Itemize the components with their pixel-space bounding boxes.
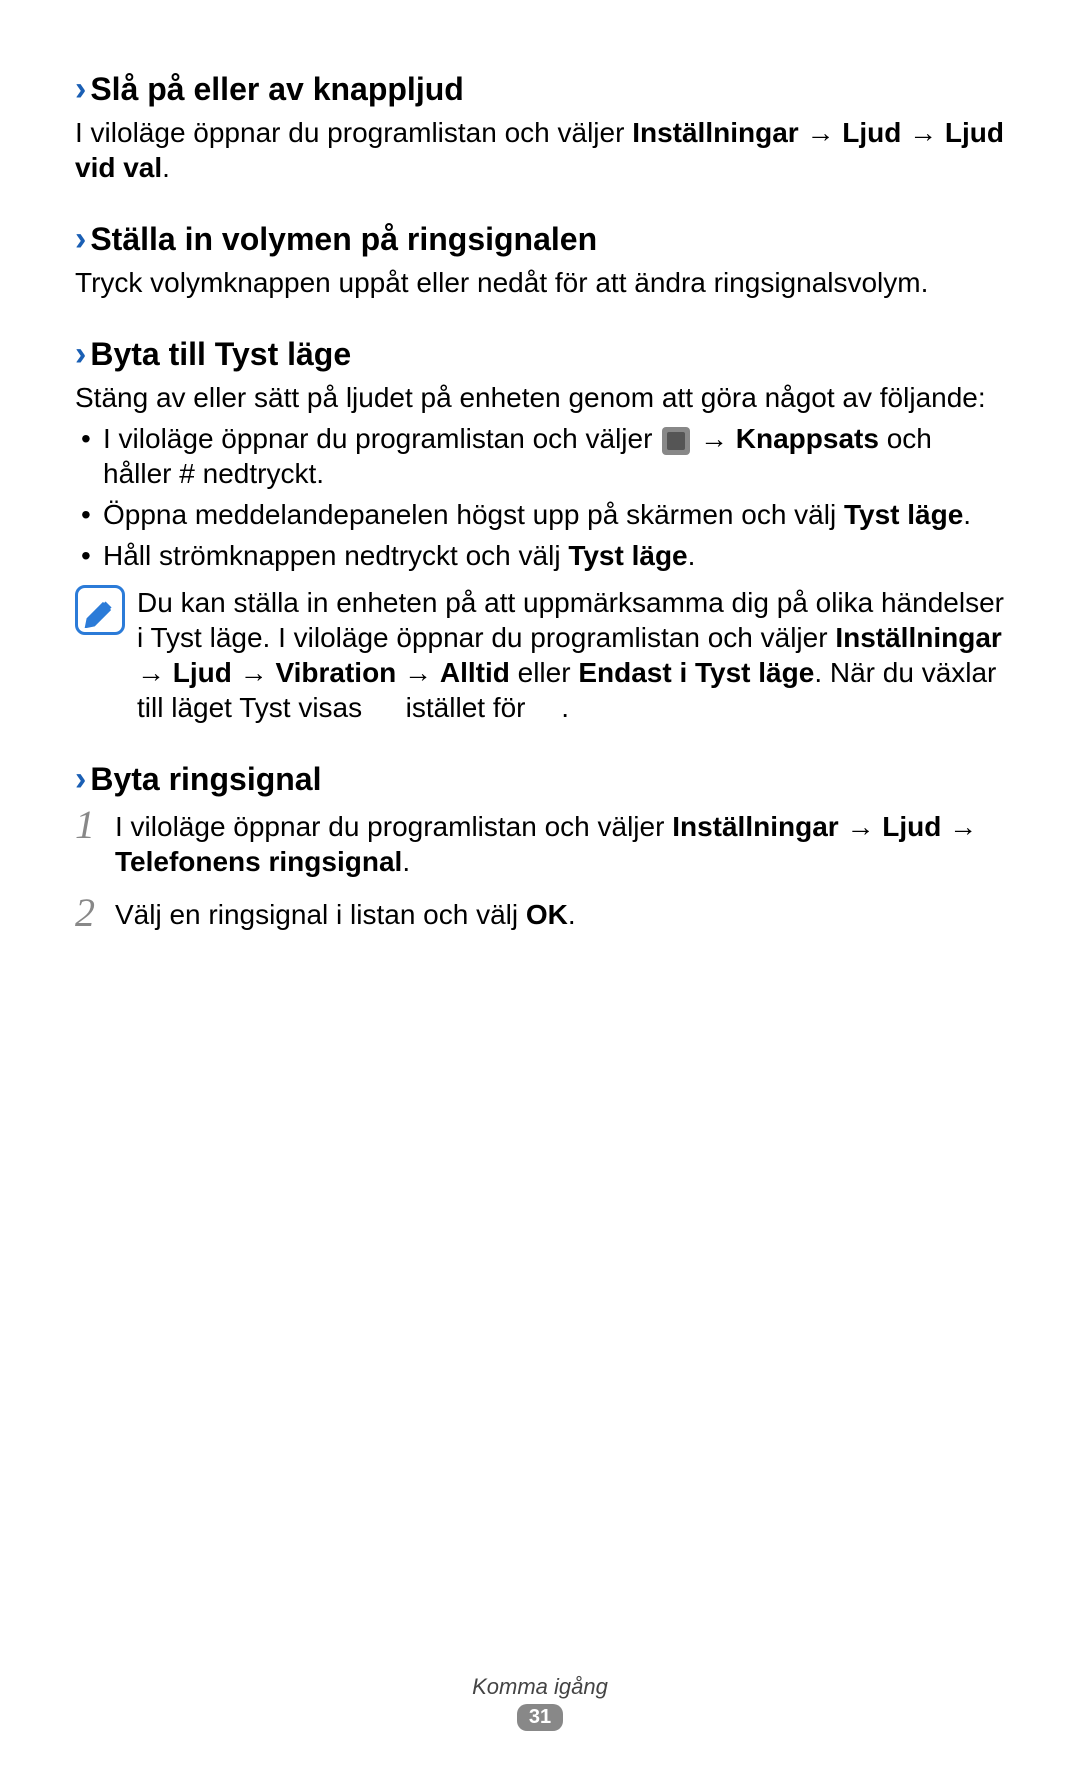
bullet-list: I viloläge öppnar du programlistan och v… [75, 421, 1005, 573]
list-item: 1 I viloläge öppnar du programlistan och… [75, 805, 1005, 879]
numbered-list: 1 I viloläge öppnar du programlistan och… [75, 805, 1005, 933]
page-footer: Komma igång 31 [0, 1674, 1080, 1731]
heading-change-ringtone: › Byta ringsignal [75, 760, 1005, 799]
section-change-ringtone: › Byta ringsignal 1 I viloläge öppnar du… [75, 760, 1005, 933]
note-box: Du kan ställa in enheten på att uppmärks… [75, 585, 1005, 725]
list-item: 2 Välj en ringsignal i listan och välj O… [75, 893, 1005, 933]
paragraph: Tryck volymknappen uppåt eller nedåt för… [75, 265, 1005, 300]
footer-chapter-title: Komma igång [0, 1674, 1080, 1700]
paragraph: Stäng av eller sätt på ljudet på enheten… [75, 380, 1005, 415]
step-number: 2 [75, 893, 101, 933]
section-silent-mode: › Byta till Tyst läge Stäng av eller sät… [75, 335, 1005, 725]
phone-icon [662, 427, 690, 455]
chevron-icon: › [75, 335, 86, 374]
hash-icon: # [179, 458, 195, 489]
chevron-icon: › [75, 760, 86, 799]
section-ringtone-volume: › Ställa in volymen på ringsignalen Tryc… [75, 220, 1005, 300]
heading-text: Byta ringsignal [90, 761, 321, 798]
page-number-badge: 31 [517, 1704, 563, 1731]
heading-silent-mode: › Byta till Tyst läge [75, 335, 1005, 374]
section-keypad-sound: › Slå på eller av knappljud I viloläge ö… [75, 70, 1005, 185]
note-icon [75, 585, 125, 635]
list-item: Håll strömknappen nedtryckt och välj Tys… [75, 538, 1005, 573]
note-text: Du kan ställa in enheten på att uppmärks… [137, 585, 1005, 725]
heading-text: Ställa in volymen på ringsignalen [90, 221, 597, 258]
step-number: 1 [75, 805, 101, 845]
list-item: I viloläge öppnar du programlistan och v… [75, 421, 1005, 491]
heading-ringtone-volume: › Ställa in volymen på ringsignalen [75, 220, 1005, 259]
chevron-icon: › [75, 220, 86, 259]
list-item: Öppna meddelandepanelen högst upp på skä… [75, 497, 1005, 532]
step-text: I viloläge öppnar du programlistan och v… [115, 805, 1005, 879]
heading-text: Slå på eller av knappljud [90, 71, 463, 108]
heading-keypad-sound: › Slå på eller av knappljud [75, 70, 1005, 109]
step-text: Välj en ringsignal i listan och välj OK. [115, 893, 576, 932]
chevron-icon: › [75, 70, 86, 109]
heading-text: Byta till Tyst läge [90, 336, 351, 373]
paragraph: I viloläge öppnar du programlistan och v… [75, 115, 1005, 185]
